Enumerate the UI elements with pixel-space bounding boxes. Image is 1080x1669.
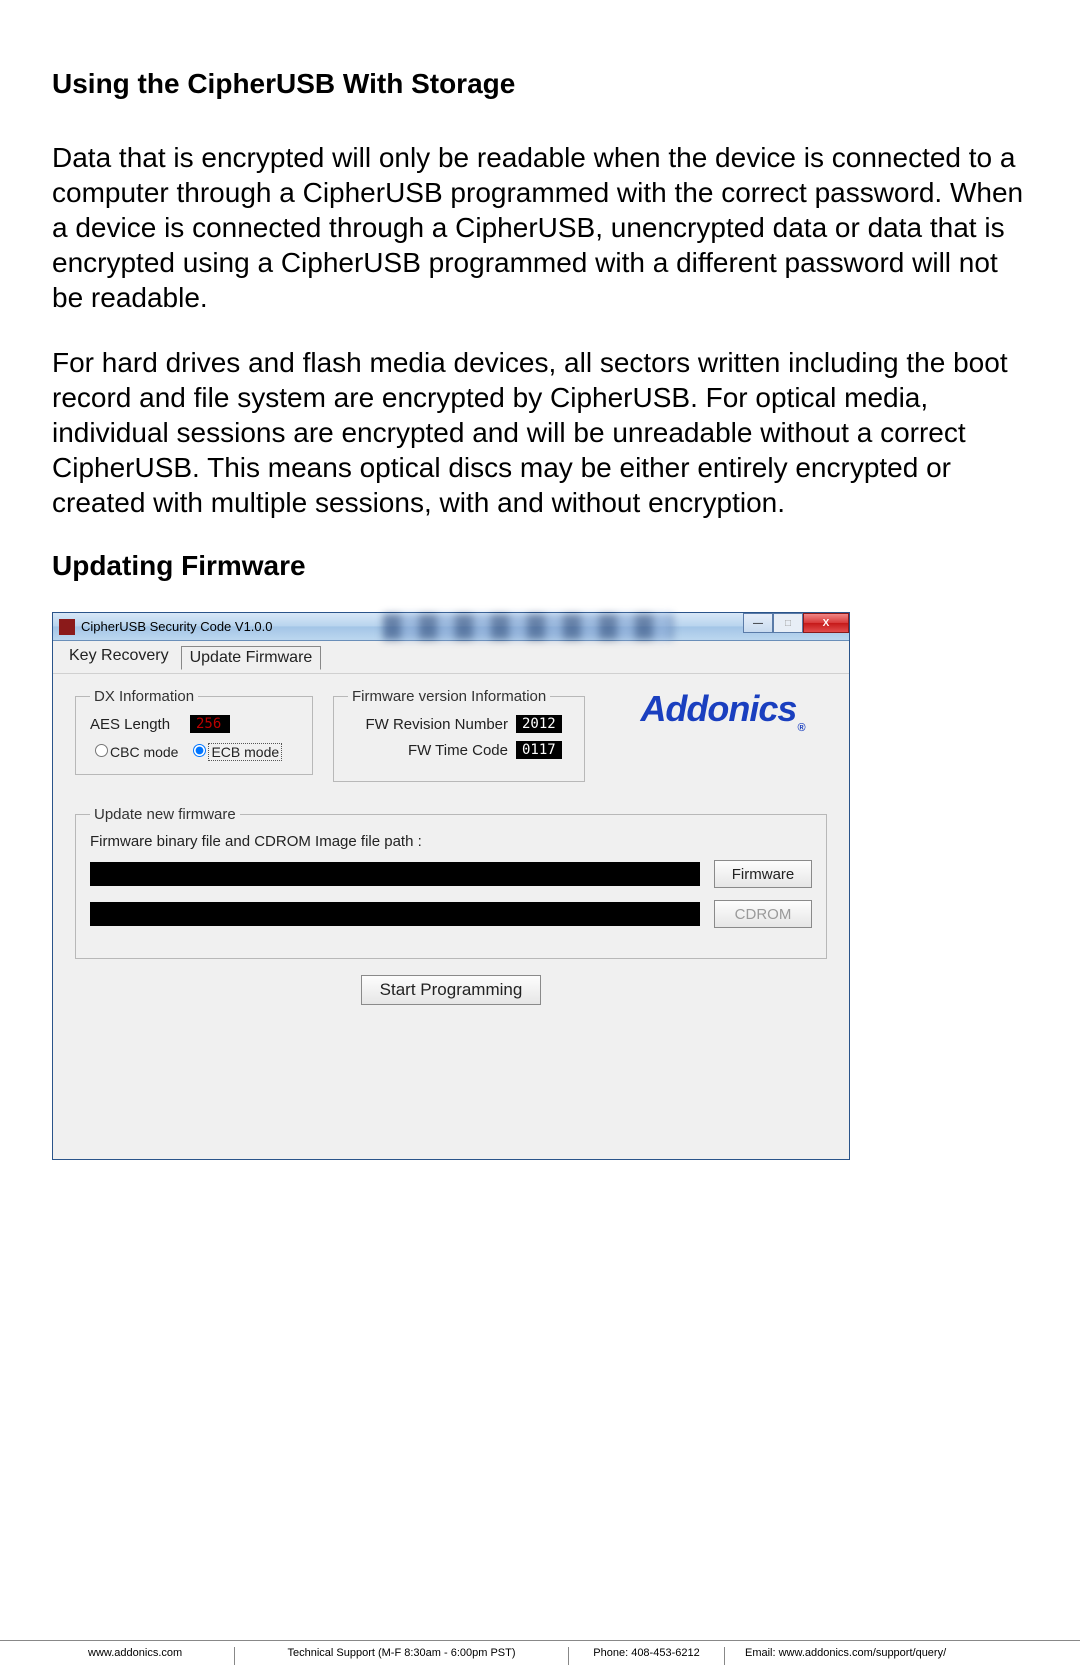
fw-time-value: 0117 — [516, 741, 562, 759]
cipherusb-window: CipherUSB Security Code V1.0.0 — □ X Key… — [52, 612, 850, 1160]
close-button[interactable]: X — [803, 613, 849, 633]
fw-revision-label: FW Revision Number — [348, 716, 508, 733]
window-title: CipherUSB Security Code V1.0.0 — [81, 619, 272, 634]
app-icon — [59, 619, 75, 635]
addonics-logo: Addonics® — [640, 688, 803, 730]
footer-email: Email: www.addonics.com/support/query/ — [724, 1647, 1080, 1665]
tab-update-firmware[interactable]: Update Firmware — [181, 646, 322, 670]
footer-support-hours: Technical Support (M-F 8:30am - 6:00pm P… — [234, 1647, 568, 1665]
start-programming-button[interactable]: Start Programming — [361, 975, 542, 1005]
cbc-mode-label: CBC mode — [110, 744, 178, 760]
page-footer: www.addonics.com Technical Support (M-F … — [0, 1640, 1080, 1665]
heading-using-cipherusb: Using the CipherUSB With Storage — [52, 68, 1028, 100]
fw-time-label: FW Time Code — [348, 742, 508, 759]
maximize-button[interactable]: □ — [773, 613, 803, 633]
window-controls: — □ X — [743, 613, 849, 633]
tab-bar: Key Recovery Update Firmware — [53, 641, 849, 674]
dx-legend: DX Information — [90, 688, 198, 705]
fw-legend: Firmware version Information — [348, 688, 550, 705]
firmware-version-group: Firmware version Information FW Revision… — [333, 688, 585, 782]
firmware-browse-button[interactable]: Firmware — [714, 860, 812, 888]
cdrom-browse-button[interactable]: CDROM — [714, 900, 812, 928]
paragraph-1: Data that is encrypted will only be read… — [52, 140, 1028, 315]
paragraph-2: For hard drives and flash media devices,… — [52, 345, 1028, 520]
window-client-area: DX Information AES Length 256 CBC mode E… — [53, 674, 849, 1159]
minimize-button[interactable]: — — [743, 613, 773, 633]
aes-length-value: 256 — [190, 715, 230, 733]
update-firmware-group: Update new firmware Firmware binary file… — [75, 806, 827, 959]
aes-length-label: AES Length — [90, 716, 190, 733]
cbc-mode-radio[interactable]: CBC mode — [90, 741, 178, 760]
window-empty-area — [73, 1005, 829, 1135]
ecb-mode-label: ECB mode — [208, 743, 282, 761]
footer-phone: Phone: 408-453-6212 — [568, 1647, 724, 1665]
tab-key-recovery[interactable]: Key Recovery — [61, 645, 177, 669]
titlebar-glass-decoration — [383, 614, 673, 640]
heading-updating-firmware: Updating Firmware — [52, 550, 1028, 582]
file-path-label: Firmware binary file and CDROM Image fil… — [90, 833, 812, 850]
cdrom-path-input[interactable] — [90, 902, 700, 926]
addonics-logo-text: Addonics — [640, 688, 796, 729]
footer-website: www.addonics.com — [0, 1647, 234, 1665]
ecb-mode-radio[interactable]: ECB mode — [188, 741, 282, 760]
window-titlebar[interactable]: CipherUSB Security Code V1.0.0 — □ X — [53, 613, 849, 641]
dx-information-group: DX Information AES Length 256 CBC mode E… — [75, 688, 313, 775]
registered-mark-icon: ® — [797, 722, 804, 734]
update-legend: Update new firmware — [90, 806, 240, 823]
firmware-path-input[interactable] — [90, 862, 700, 886]
fw-revision-value: 2012 — [516, 715, 562, 733]
